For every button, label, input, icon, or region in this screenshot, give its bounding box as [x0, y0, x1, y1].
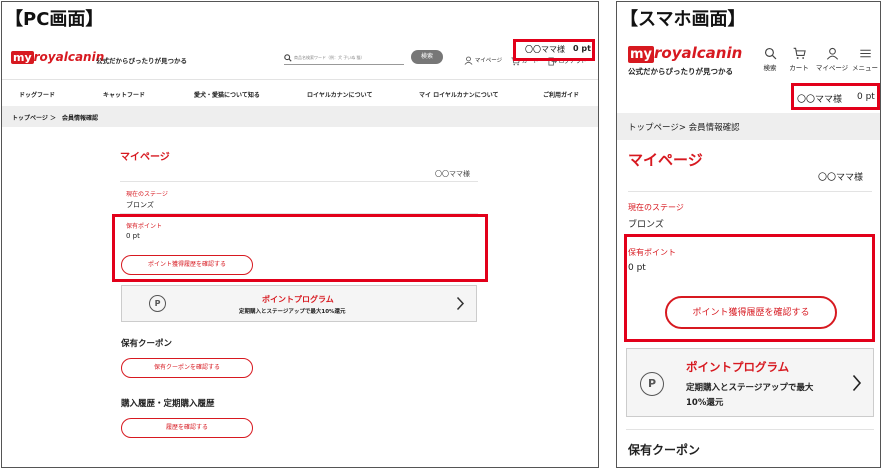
- pc-coupon-button[interactable]: 保有クーポンを確認する: [121, 358, 253, 378]
- sp-points-history-button[interactable]: ポイント獲得履歴を確認する: [665, 296, 837, 329]
- sp-point-program-card[interactable]: P ポイントプログラム 定期購入とステージアップで最大 10%還元: [626, 348, 874, 417]
- logout-icon: [548, 57, 557, 66]
- hamburger-menu-icon: [859, 47, 872, 60]
- pc-logout-label: ログアウト: [558, 59, 587, 65]
- pc-history-button[interactable]: 履歴を確認する: [121, 418, 253, 438]
- pc-stage-divider: [120, 213, 478, 214]
- sp-menu-link[interactable]: メニュー: [851, 47, 879, 72]
- pc-badge-name: 〇〇ママ様: [525, 45, 565, 54]
- sp-cart-label: カート: [789, 64, 809, 72]
- sp-menu-label: メニュー: [852, 64, 878, 72]
- pc-stage-value: ブロンズ: [126, 201, 154, 209]
- pc-stage-label: 現在のステージ: [126, 191, 168, 198]
- pc-frame-title: 【PC画面】: [5, 9, 104, 30]
- pc-logo-my: my: [11, 51, 34, 64]
- sp-page-title: マイページ: [628, 151, 703, 169]
- sp-points-label: 保有ポイント: [628, 248, 676, 257]
- sp-frame-title: 【スマホ画面】: [620, 9, 746, 30]
- pc-point-program-card[interactable]: P ポイントプログラム 定期購入とステージアップで最大10%還元: [121, 285, 477, 322]
- pc-search-input[interactable]: 商品名検索ワード（例：犬 子いぬ 猫）: [284, 53, 404, 65]
- sp-breadcrumb-bar: トップページ> 会員情報確認: [617, 113, 880, 140]
- pc-user-badge: 〇〇ママ様 0 pt: [516, 43, 592, 56]
- pc-mypage-label: マイページ: [474, 58, 503, 64]
- pc-history-heading: 購入履歴・定期購入履歴: [121, 399, 215, 409]
- pc-search-placeholder: 商品名検索ワード（例：犬 子いぬ 猫）: [294, 55, 365, 60]
- search-icon: [284, 54, 292, 62]
- nav-about-my-royalcanin[interactable]: マイ ロイヤルカナンについて: [419, 90, 499, 99]
- point-program-icon: P: [640, 372, 664, 396]
- pc-logo-brand: royalcanin: [33, 50, 105, 64]
- sp-coupon-heading: 保有クーポン: [628, 443, 701, 457]
- sp-badge-name: 〇〇ママ様: [797, 95, 843, 105]
- pc-points-label: 保有ポイント: [126, 223, 163, 230]
- sp-user-name: 〇〇ママ様: [818, 173, 864, 183]
- pc-program-title: ポイントプログラム: [262, 295, 334, 304]
- sp-mypage-link[interactable]: マイページ: [814, 47, 850, 72]
- sp-stage-value: ブロンズ: [628, 220, 664, 230]
- pc-breadcrumb[interactable]: トップページ ＞ 会員情報確認: [12, 113, 98, 122]
- search-icon: [764, 47, 777, 60]
- sp-screen-frame: 【スマホ画面】 my royalcanin 公式だからぴったりが見つかる 検索 カ…: [616, 1, 881, 468]
- pc-cart-link[interactable]: カート: [511, 57, 538, 66]
- pc-mypage-link[interactable]: マイページ: [464, 56, 502, 65]
- sp-search-label: 検索: [763, 64, 777, 72]
- pc-page-title: マイページ: [120, 152, 170, 163]
- point-program-icon: P: [149, 295, 166, 312]
- sp-cart-link[interactable]: カート: [788, 47, 810, 72]
- pc-logout-link[interactable]: ログアウト: [548, 57, 586, 66]
- nav-cat-food[interactable]: キャットフード: [103, 90, 145, 99]
- pc-badge-points: 0 pt: [573, 44, 591, 53]
- pc-screen-frame: 【PC画面】 my royalcanin 公式だからぴったりが見つかる 商品名検索…: [1, 1, 599, 468]
- sp-program-title: ポイントプログラム: [686, 360, 790, 374]
- user-icon: [826, 47, 839, 60]
- sp-program-desc-2: 10%還元: [686, 398, 724, 408]
- pc-program-desc: 定期購入とステージアップで最大10%還元: [239, 309, 346, 315]
- chevron-right-icon: [852, 374, 862, 392]
- sp-points-value: 0 pt: [628, 263, 646, 273]
- pc-breadcrumb-bar: トップページ ＞ 会員情報確認: [2, 106, 598, 127]
- pc-title-divider: [120, 181, 478, 182]
- sp-badge-points: 0 pt: [857, 92, 875, 102]
- sp-search-link[interactable]: 検索: [761, 47, 779, 72]
- pc-coupon-heading: 保有クーポン: [121, 339, 173, 349]
- sp-breadcrumb[interactable]: トップページ> 会員情報確認: [628, 121, 740, 133]
- pc-user-name: 〇〇ママ様: [435, 170, 470, 178]
- sp-logo-my: my: [628, 46, 655, 63]
- sp-mypage-label: マイページ: [815, 64, 849, 72]
- user-icon: [464, 56, 473, 65]
- sp-stage-label: 現在のステージ: [628, 203, 684, 212]
- sp-logo-brand: royalcanin: [654, 44, 743, 62]
- pc-tagline: 公式だからぴったりが見つかる: [96, 57, 187, 65]
- pc-logo[interactable]: my royalcanin: [11, 51, 104, 64]
- sp-logo[interactable]: my royalcanin: [628, 45, 742, 63]
- nav-usage-guide[interactable]: ご利用ガイド: [543, 90, 579, 99]
- cart-icon: [511, 57, 520, 66]
- pc-points-history-button[interactable]: ポイント獲得履歴を確認する: [121, 255, 253, 275]
- nav-learn-pets[interactable]: 愛犬・愛猫について知る: [194, 90, 260, 99]
- chevron-right-icon: [456, 296, 465, 311]
- pc-header-divider: [2, 79, 598, 80]
- sp-program-divider: [626, 429, 874, 430]
- sp-program-desc-1: 定期購入とステージアップで最大: [686, 383, 814, 393]
- sp-tagline: 公式だからぴったりが見つかる: [628, 67, 733, 76]
- nav-dog-food[interactable]: ドッグフード: [19, 90, 55, 99]
- pc-points-value: 0 pt: [126, 232, 140, 240]
- sp-user-badge: 〇〇ママ様 0 pt: [795, 90, 877, 105]
- cart-icon: [793, 47, 806, 60]
- pc-search-button[interactable]: 検索: [411, 50, 443, 64]
- sp-stage-divider: [628, 235, 872, 236]
- nav-about-royalcanin[interactable]: ロイヤルカナンについて: [307, 90, 372, 99]
- pc-cart-label: カート: [521, 59, 539, 65]
- sp-title-divider: [628, 191, 872, 192]
